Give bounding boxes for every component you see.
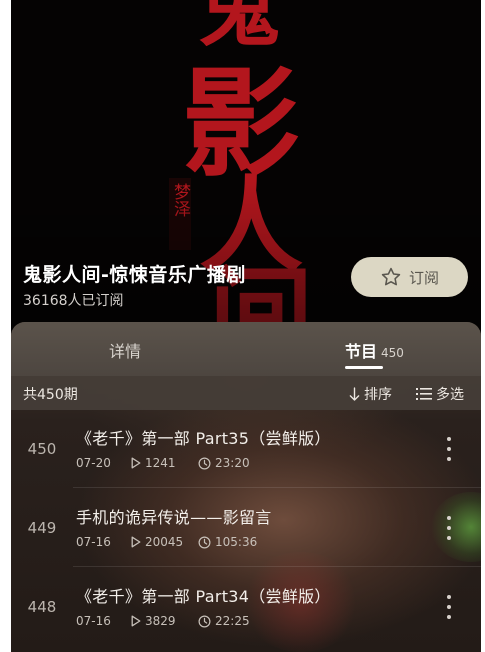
album-page: 鬼 影 人 间 梦泽 鬼影人间-惊悚音乐广播剧 36168人已订阅 订阅 详情 … [11, 0, 481, 652]
episode-meta: 07-20 1241 23:20 [76, 456, 250, 470]
episode-plays: 20045 [131, 535, 198, 549]
episode-duration: 105:36 [198, 535, 257, 549]
episode-date: 07-16 [76, 535, 111, 549]
subscriber-count: 36168人已订阅 [23, 293, 124, 309]
episode-meta: 07-16 3829 22:25 [76, 614, 250, 628]
clock-icon [198, 615, 211, 627]
row-divider [73, 566, 481, 567]
more-vertical-icon[interactable] [441, 516, 457, 540]
clock-icon [198, 536, 211, 548]
tab-detail[interactable]: 详情 [109, 338, 141, 362]
episode-date: 07-16 [76, 614, 111, 628]
episode-title: 手机的诡异传说——影留言 [76, 508, 272, 527]
episode-row[interactable]: 448 《老千》第一部 Part34（尝鲜版） 07-16 3829 22:25 [11, 568, 481, 646]
episode-number: 450 [27, 440, 57, 458]
episode-row[interactable]: 450 《老千》第一部 Part35（尝鲜版） 07-20 1241 23:20 [11, 410, 481, 488]
row-divider [73, 487, 481, 488]
subscribe-label: 订阅 [408, 268, 439, 287]
play-icon [131, 536, 141, 548]
tab-programs-label: 节目 [345, 342, 378, 361]
episode-duration: 22:25 [198, 614, 250, 628]
duration-value: 105:36 [215, 535, 258, 549]
tab-programs-count: 450 [381, 346, 404, 360]
episode-number: 449 [27, 519, 57, 537]
star-icon [381, 267, 401, 286]
list-icon [416, 388, 432, 400]
more-vertical-icon[interactable] [441, 437, 457, 461]
sort-label: 排序 [364, 387, 392, 403]
episode-title: 《老千》第一部 Part35（尝鲜版） [76, 429, 331, 448]
play-icon [131, 457, 141, 469]
arrow-down-icon [349, 386, 360, 401]
episode-row[interactable]: 449 手机的诡异传说——影留言 07-16 20045 105:36 [11, 489, 481, 567]
list-header: 共450期 排序 多选 [11, 376, 481, 410]
tab-programs[interactable]: 节目 450 [345, 338, 404, 362]
tab-bar: 详情 节目 450 [11, 322, 481, 376]
episode-plays: 1241 [131, 456, 198, 470]
clock-icon [198, 457, 211, 469]
multi-select-label: 多选 [436, 387, 464, 403]
episode-date: 07-20 [76, 456, 111, 470]
play-count: 3829 [145, 614, 176, 628]
multi-select-button[interactable]: 多选 [416, 384, 464, 404]
episode-total: 共450期 [23, 387, 78, 403]
more-vertical-icon[interactable] [441, 595, 457, 619]
subscribe-button[interactable]: 订阅 [351, 257, 468, 297]
episode-duration: 23:20 [198, 456, 250, 470]
play-icon [131, 615, 141, 627]
episode-plays: 3829 [131, 614, 198, 628]
tab-indicator [345, 366, 383, 369]
duration-value: 23:20 [215, 456, 250, 470]
program-sheet: 详情 节目 450 共450期 排序 多选 450 《老千》第一部 Part35… [11, 322, 481, 652]
episode-number: 448 [27, 598, 57, 616]
duration-value: 22:25 [215, 614, 250, 628]
sort-button[interactable]: 排序 [349, 384, 392, 404]
album-title: 鬼影人间-惊悚音乐广播剧 [23, 264, 246, 286]
play-count: 20045 [145, 535, 184, 549]
play-count: 1241 [145, 456, 176, 470]
episode-title: 《老千》第一部 Part34（尝鲜版） [76, 587, 331, 606]
episode-meta: 07-16 20045 105:36 [76, 535, 257, 549]
